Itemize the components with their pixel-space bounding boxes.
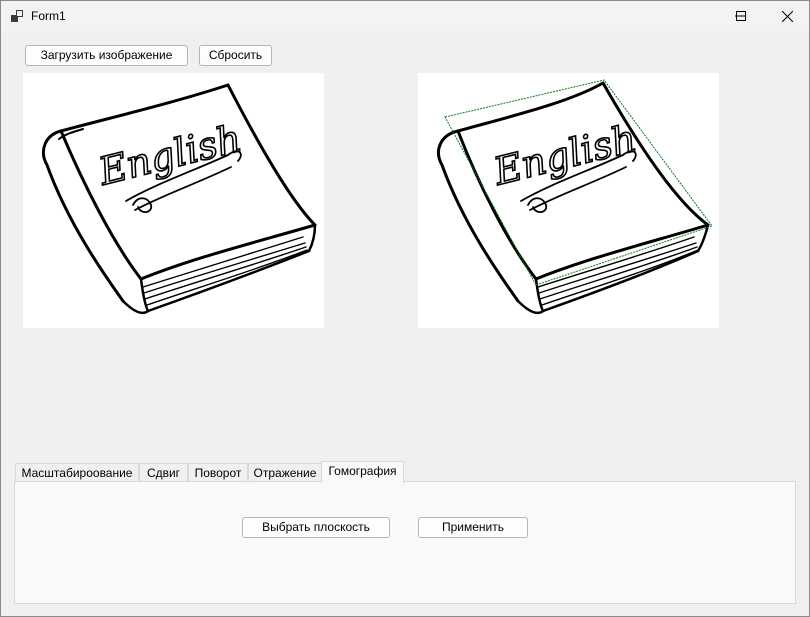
reset-button[interactable]: Сбросить [199,45,272,66]
tab-scaling[interactable]: Масштабироование [15,463,139,483]
book-drawing: English [42,83,317,315]
tab-shift[interactable]: Сдвиг [139,463,188,483]
homography-panel: Выбрать плоскость Применить [14,481,796,604]
window-title: Form1 [31,9,66,23]
app-icon [11,10,23,22]
tab-rotation[interactable]: Поворот [188,463,248,483]
select-plane-button[interactable]: Выбрать плоскость [242,517,390,538]
result-english-text: English [489,116,641,194]
result-picture-box[interactable]: English [418,73,719,328]
original-picture-box[interactable]: English [23,73,324,328]
maximize-icon [736,11,746,21]
original-english-text: English [94,116,246,194]
tab-reflection[interactable]: Отражение [248,463,322,483]
maximize-button[interactable] [718,1,764,31]
close-icon [781,10,793,22]
form1-window: Form1 Загрузить изображение Сбросить Eng… [0,0,810,617]
apply-button[interactable]: Применить [418,517,528,538]
load-image-button[interactable]: Загрузить изображение [25,45,188,66]
tab-homography[interactable]: Гомография [321,461,404,483]
title-bar[interactable]: Form1 [1,1,809,31]
book-drawing-result: English [437,79,713,315]
close-button[interactable] [764,1,810,31]
